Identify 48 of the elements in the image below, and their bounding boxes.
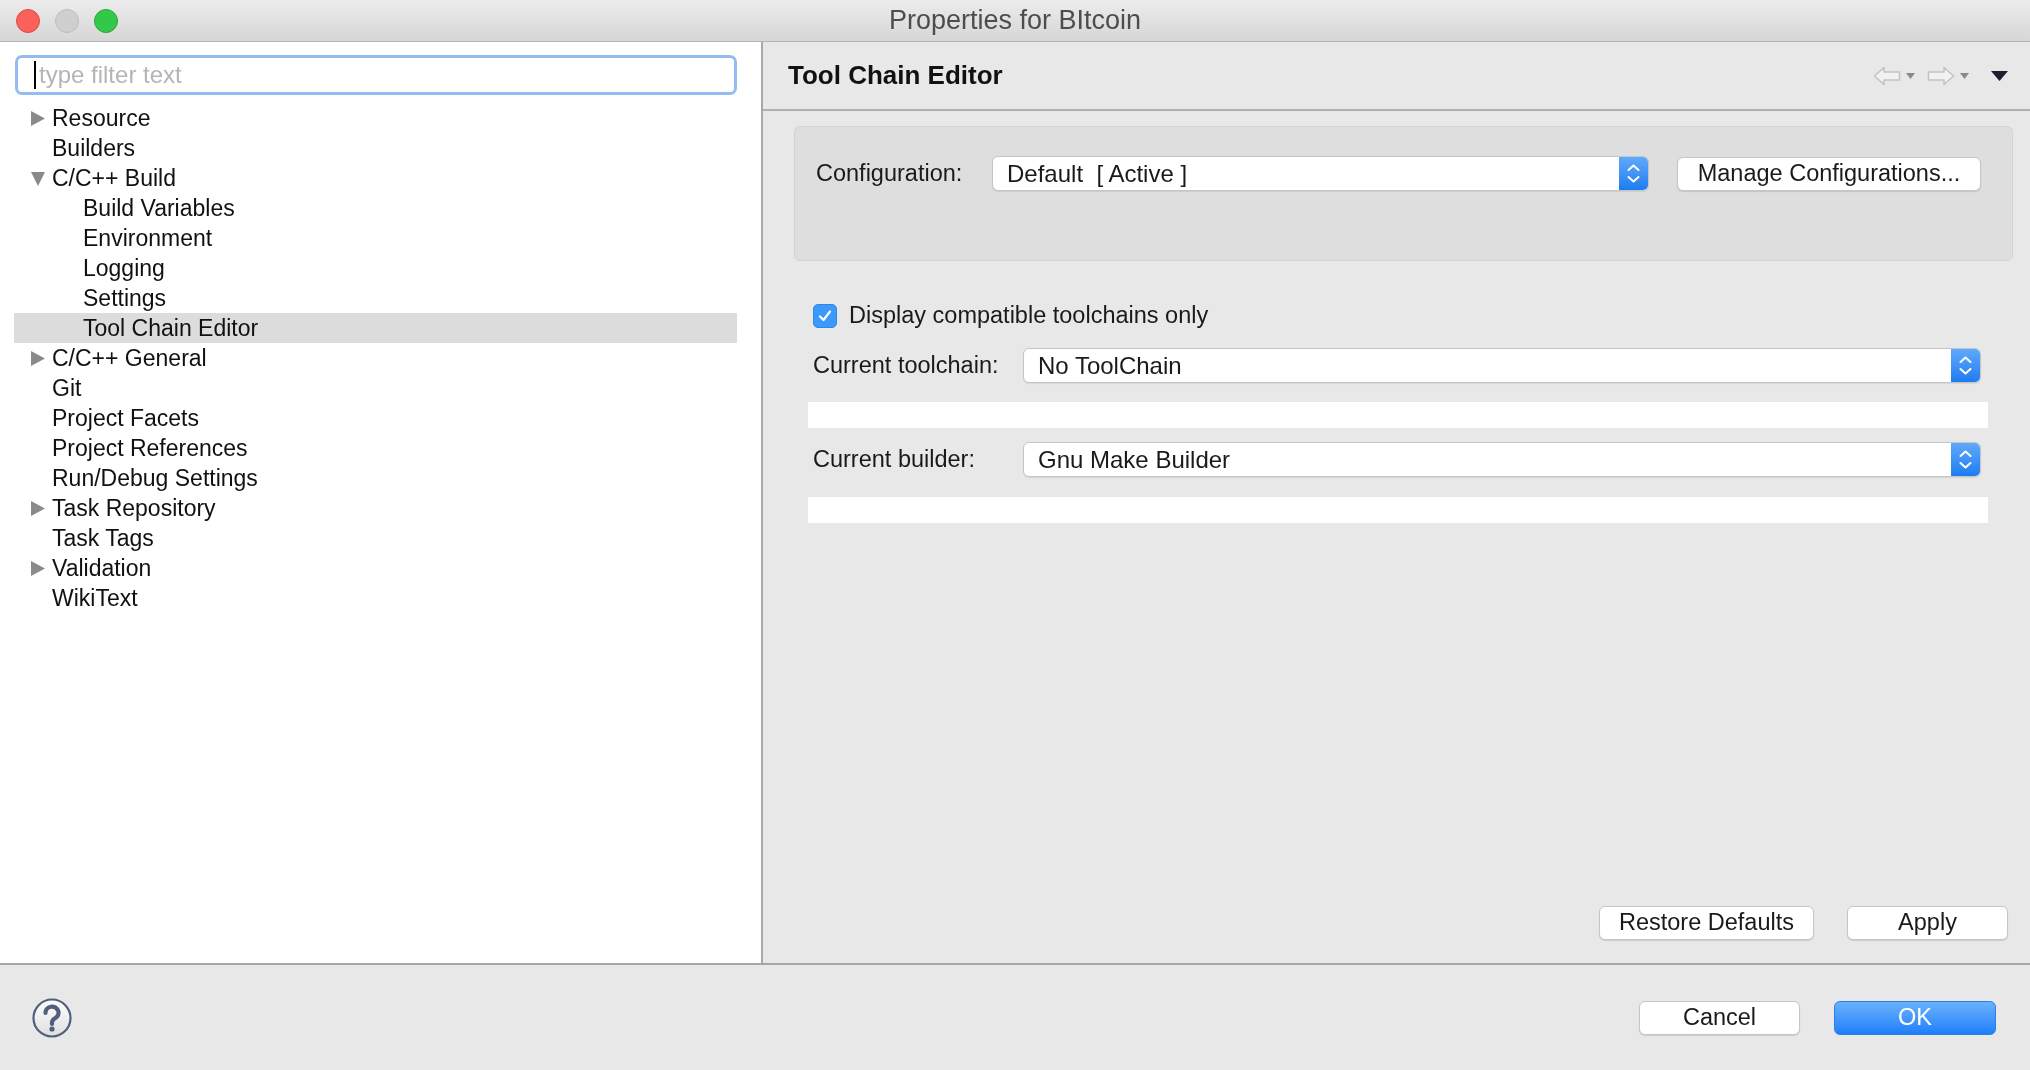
selector-dropdown[interactable]: Gnu Make Builder [1023, 442, 1981, 478]
window-title: Properties for BItcoin [888, 4, 1142, 38]
filter-field[interactable]: type filter text [15, 55, 737, 95]
up-down-chevron-icon [1619, 157, 1648, 191]
tree-item[interactable]: Run/Debug Settings [14, 463, 737, 493]
tree-item[interactable]: WikiText [14, 583, 737, 613]
tree-item[interactable]: Resource [14, 103, 737, 133]
tree-item[interactable]: Environment [14, 223, 737, 253]
tree-item[interactable]: Settings [14, 283, 737, 313]
tree-item[interactable]: Task Tags [14, 523, 737, 553]
disclosure-triangle-icon[interactable] [31, 170, 45, 186]
restore-defaults-button[interactable]: Restore Defaults [1599, 906, 1814, 940]
tree-item[interactable]: Logging [14, 253, 737, 283]
checkmark-icon [817, 308, 833, 324]
caret-icon[interactable] [1960, 72, 1969, 79]
page-title: Tool Chain Editor [788, 59, 1003, 92]
tree-item[interactable]: Build Variables [14, 193, 737, 223]
apply-button[interactable]: Apply [1847, 906, 2008, 940]
checkbox-label: Display compatible toolchains only [849, 301, 1209, 331]
up-down-chevron-icon [1951, 443, 1980, 477]
tree-item[interactable]: Task Repository [14, 493, 737, 523]
text-cursor [34, 61, 36, 89]
tree-item[interactable]: Git [14, 373, 737, 403]
menu-caret-icon[interactable] [1991, 70, 2008, 81]
disclosure-triangle-icon[interactable] [31, 110, 45, 126]
manage-configurations-button[interactable]: Manage Configurations... [1677, 156, 1981, 191]
tree-item[interactable]: Tool Chain Editor [14, 313, 737, 343]
maximize-icon[interactable] [94, 8, 118, 33]
disclosure-triangle-icon[interactable] [31, 350, 45, 366]
checkbox[interactable] [813, 304, 837, 328]
disclosure-triangle-icon[interactable] [31, 560, 45, 576]
caret-icon[interactable] [1906, 72, 1915, 79]
tree-item[interactable]: Builders [14, 133, 737, 163]
selector-label: Current builder: [813, 445, 976, 475]
configuration-dropdown[interactable]: Default [ Active ] [992, 156, 1649, 192]
tree-item[interactable]: Project Facets [14, 403, 737, 433]
close-icon[interactable] [16, 8, 40, 33]
cancel-button[interactable]: Cancel [1639, 1000, 1800, 1035]
tree-item[interactable]: Validation [14, 553, 737, 583]
selector-dropdown[interactable]: No ToolChain [1023, 348, 1981, 384]
disclosure-triangle-icon[interactable] [31, 500, 45, 516]
configuration-label: Configuration: [816, 159, 964, 188]
up-down-chevron-icon [1951, 349, 1980, 383]
tree-item[interactable]: C/C++ Build [14, 163, 737, 193]
tree-item[interactable]: Project References [14, 433, 737, 463]
help-icon[interactable] [32, 997, 72, 1038]
tree-item[interactable]: C/C++ General [14, 343, 737, 373]
selector-label: Current toolchain: [813, 351, 1000, 380]
